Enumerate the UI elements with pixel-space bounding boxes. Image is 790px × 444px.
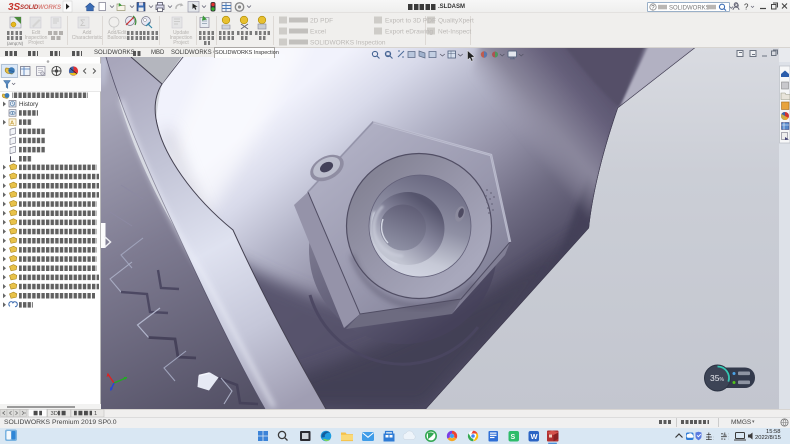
svg-text:A: A [10, 120, 14, 126]
svg-text:?: ? [744, 3, 749, 12]
svg-text:?: ? [651, 5, 655, 11]
svg-text:SOLIDWORKS Inspection: SOLIDWORKS Inspection [310, 40, 386, 47]
svg-text:Σ: Σ [80, 18, 86, 28]
svg-text:S: S [511, 434, 516, 441]
svg-text:3S: 3S [8, 2, 21, 13]
svg-text:SOLIDWORKS: SOLIDWORKS [669, 5, 710, 11]
svg-text:SOLIDWORKS: SOLIDWORKS [20, 4, 61, 11]
svg-text:Net-Inspect: Net-Inspect [438, 29, 471, 36]
svg-text:2D PDF: 2D PDF [310, 18, 333, 25]
svg-text:Excel: Excel [310, 29, 326, 36]
svg-text:QualityXpert: QualityXpert [438, 18, 474, 25]
svg-text:Export to 3D PDF: Export to 3D PDF [385, 18, 436, 25]
svg-text:History: History [19, 101, 39, 108]
svg-text:W: W [531, 432, 539, 441]
svg-text:Export eDrawing: Export eDrawing [385, 29, 433, 36]
